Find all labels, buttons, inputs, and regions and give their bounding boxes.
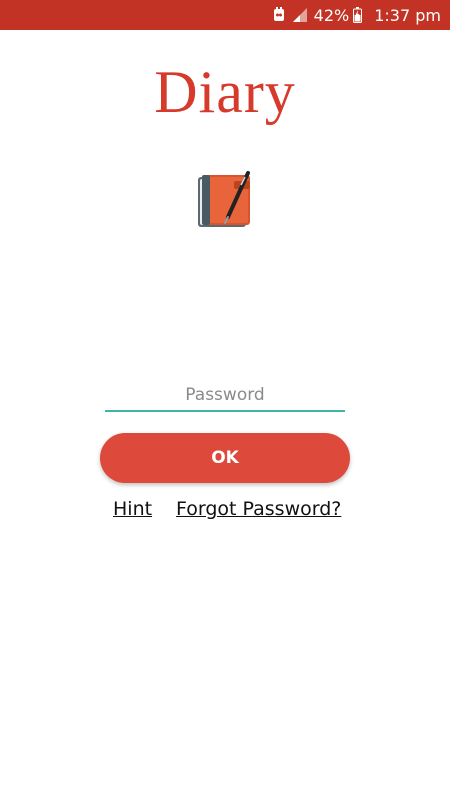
battery-icon [353,7,363,23]
status-bar: 42% 1:37 pm [0,0,450,30]
ok-button[interactable]: OK [100,433,350,483]
password-input[interactable] [105,380,345,412]
clock: 1:37 pm [374,5,441,25]
notification-icon [272,7,286,23]
battery-percent: 42% [313,5,350,25]
forgot-password-link[interactable]: Forgot Password? [176,498,341,520]
diary-notebook-icon [194,167,258,231]
hint-link[interactable]: Hint [113,498,152,520]
signal-icon [292,7,308,23]
app-title: Diary [154,59,296,125]
